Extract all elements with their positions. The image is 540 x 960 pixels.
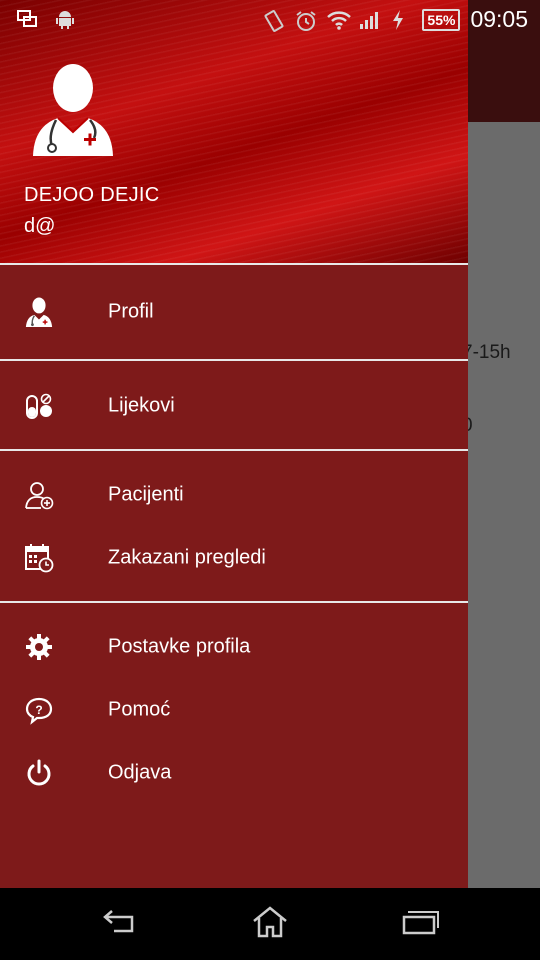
menu-item-odjava[interactable]: Odjava <box>0 742 468 804</box>
back-button[interactable] <box>100 906 140 942</box>
menu-item-postavke-profila[interactable]: Postavke profila <box>0 616 468 678</box>
user-name: DEJOO DEJIC <box>24 184 160 206</box>
power-icon <box>24 758 54 788</box>
doctor-icon <box>24 297 54 327</box>
status-bar: 55% 09:05 <box>0 0 540 38</box>
wifi-icon <box>326 9 352 31</box>
help-bubble-icon: ? <box>24 695 54 725</box>
calendar-clock-icon <box>24 543 54 573</box>
navigation-drawer: DEJOO DEJIC d@ Profil Lijekovi Pacijenti… <box>0 0 468 888</box>
home-icon <box>250 905 290 944</box>
back-icon <box>100 907 140 942</box>
charging-icon <box>390 9 412 31</box>
drawer-header: DEJOO DEJIC d@ <box>0 0 468 263</box>
menu-item-label: Pacijenti <box>108 483 184 506</box>
background-text: 7-15h <box>462 342 511 363</box>
divider <box>0 263 468 265</box>
vibrate-icon <box>262 9 284 32</box>
menu-item-label: Odjava <box>108 761 172 784</box>
recents-button[interactable] <box>400 906 440 942</box>
svg-text:?: ? <box>35 703 42 717</box>
menu-item-label: Zakazani pregledi <box>108 546 266 569</box>
divider <box>0 601 468 603</box>
divider <box>0 359 468 361</box>
menu-item-profil[interactable]: Profil <box>0 281 468 343</box>
add-person-icon <box>24 480 54 510</box>
android-icon <box>54 8 76 30</box>
menu-item-pacijenti[interactable]: Pacijenti <box>0 464 468 526</box>
menu-item-label: Lijekovi <box>108 394 175 417</box>
user-email: d@ <box>24 215 56 237</box>
home-button[interactable] <box>250 905 290 944</box>
battery-level: 55% <box>422 8 461 31</box>
menu-item-lijekovi[interactable]: Lijekovi <box>0 375 468 437</box>
recents-icon <box>400 907 440 942</box>
menu-item-pomoc[interactable]: ? Pomoć <box>0 679 468 741</box>
menu-item-label: Profil <box>108 300 154 323</box>
screen-share-icon <box>16 8 38 30</box>
signal-icon <box>358 9 380 31</box>
system-nav-bar <box>0 888 540 960</box>
doctor-avatar-icon <box>28 58 118 158</box>
clock: 09:05 <box>470 6 528 32</box>
pills-icon <box>24 391 54 421</box>
menu-item-zakazani-pregledi[interactable]: Zakazani pregledi <box>0 527 468 589</box>
menu-item-label: Postavke profila <box>108 635 251 658</box>
menu-item-label: Pomoć <box>108 698 171 721</box>
gear-icon <box>24 632 54 662</box>
alarm-icon <box>294 9 317 31</box>
divider <box>0 449 468 451</box>
